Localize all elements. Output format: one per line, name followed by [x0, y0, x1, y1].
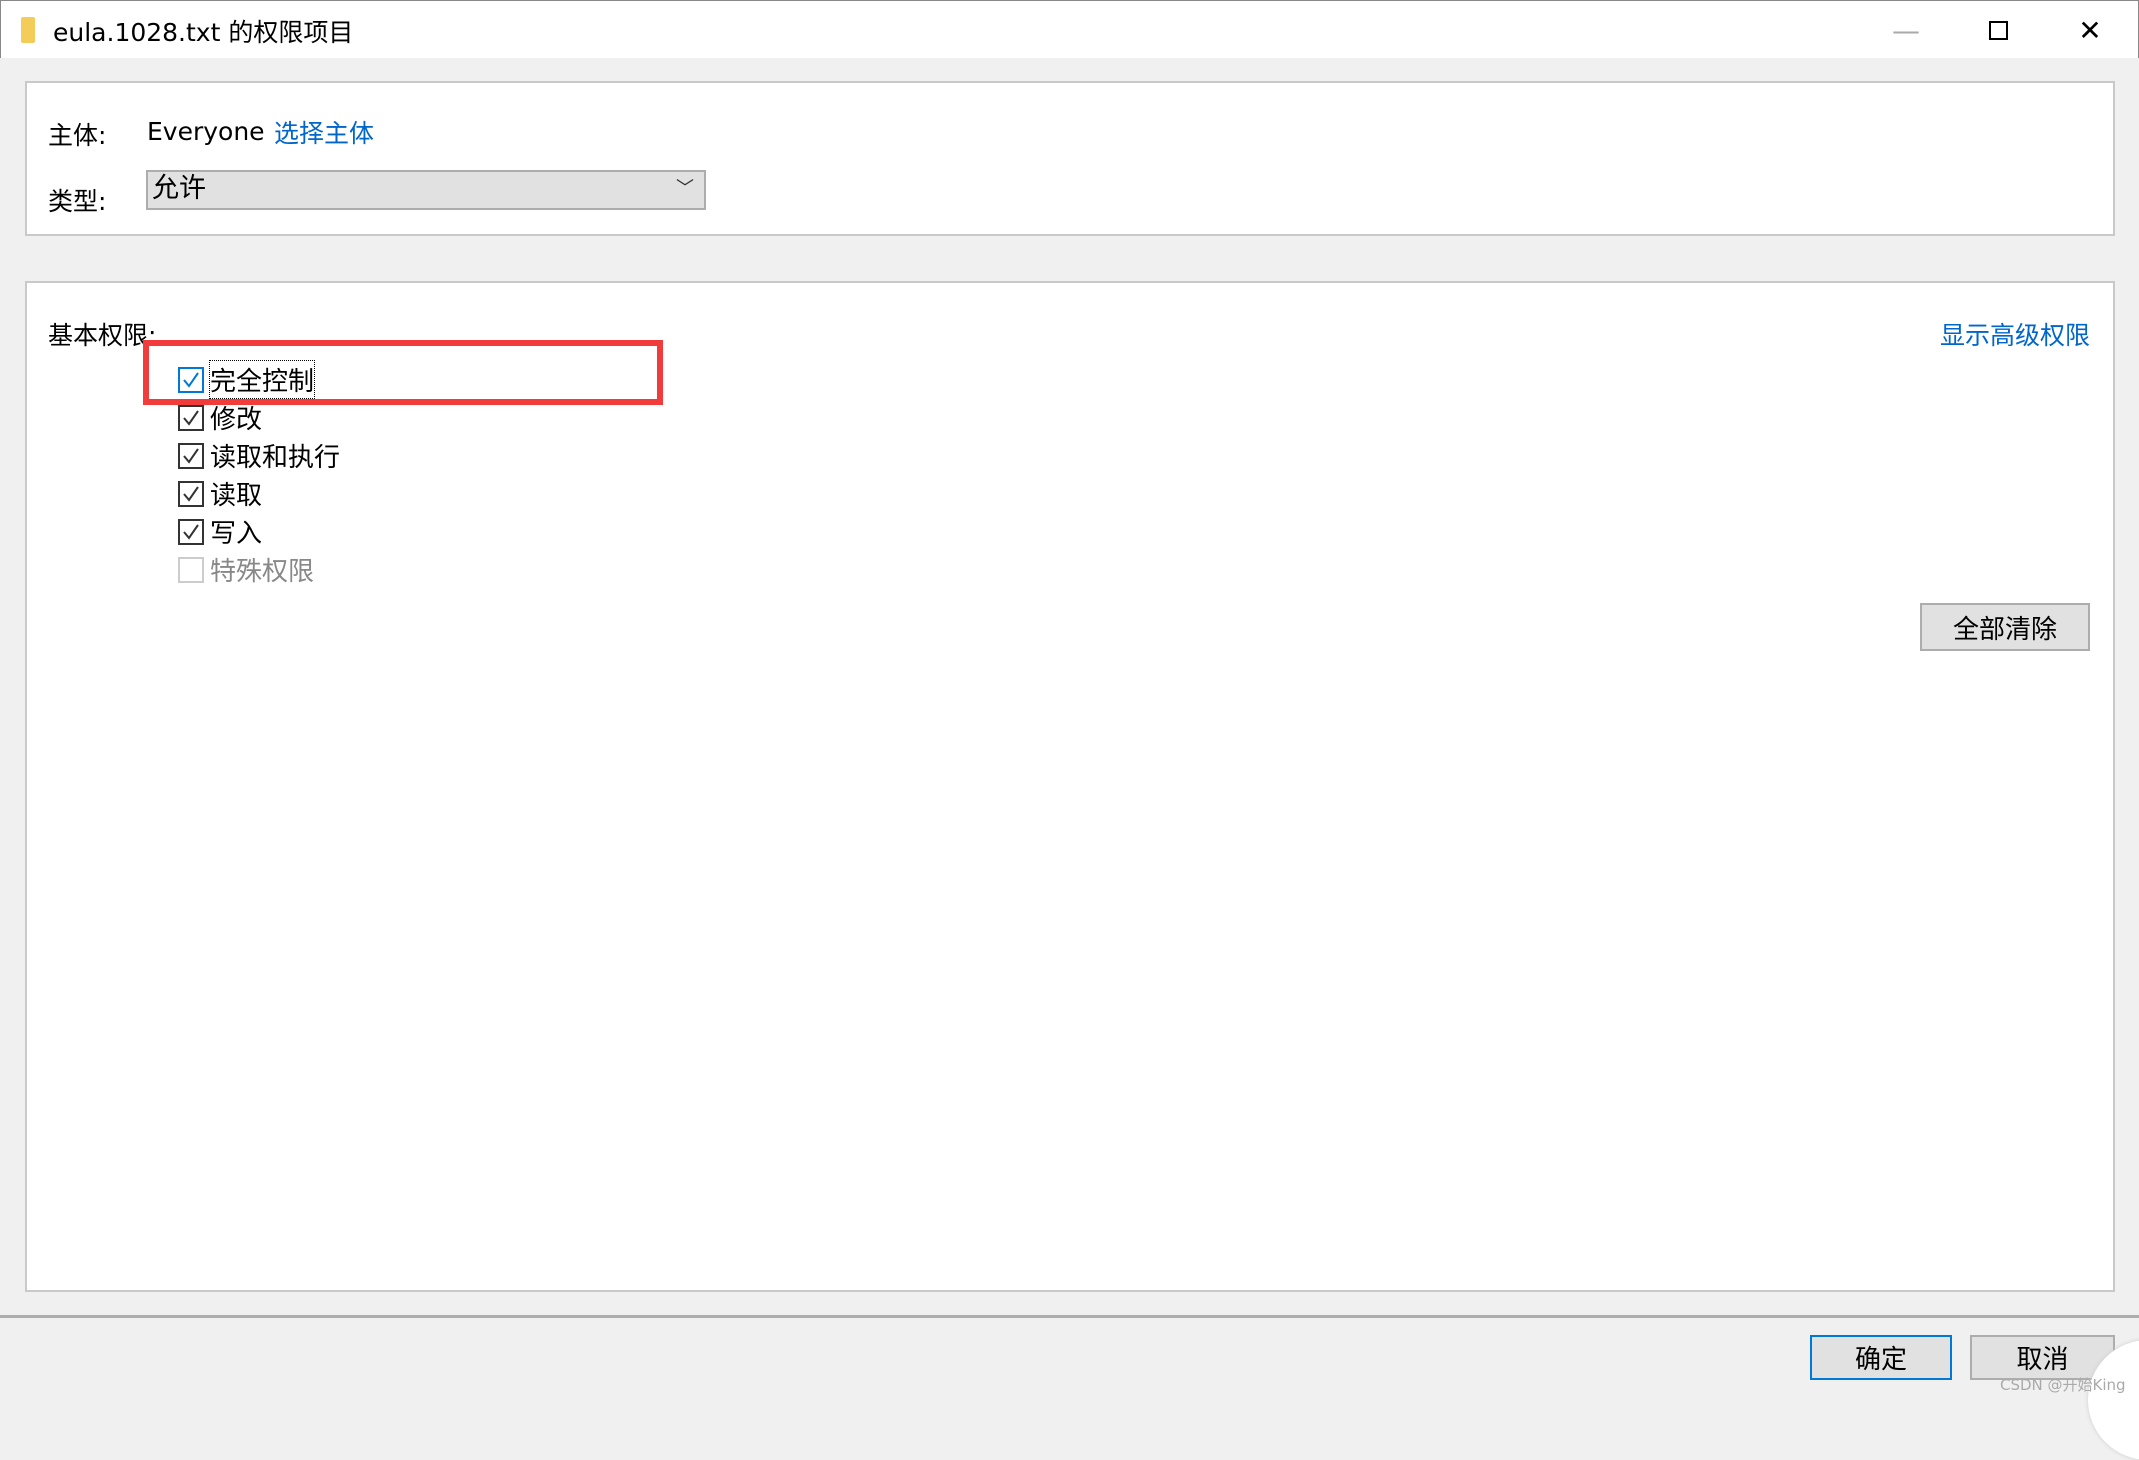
highlight-box	[143, 340, 663, 405]
minimize-icon: —	[1892, 13, 1920, 47]
principal-value: Everyone	[147, 117, 265, 146]
permission-label: 特殊权限	[210, 557, 315, 587]
ok-button[interactable]: 确定	[1810, 1335, 1952, 1380]
check-icon	[183, 486, 199, 502]
maximize-button[interactable]	[1953, 1, 2043, 59]
check-icon	[183, 410, 199, 426]
principal-group	[25, 81, 2115, 236]
maximize-icon	[1988, 20, 2008, 40]
type-label: 类型:	[48, 187, 107, 216]
minimize-button[interactable]: —	[1861, 1, 1951, 59]
footer-divider	[0, 1315, 2139, 1318]
check-icon	[183, 524, 199, 540]
checkbox	[178, 557, 204, 583]
permissions-label: 基本权限:	[48, 321, 157, 350]
permissions-group	[25, 281, 2115, 1292]
title-bar: eula.1028.txt 的权限项目 — ✕	[0, 0, 2139, 58]
principal-label: 主体:	[48, 121, 107, 150]
permission-label: 读取	[210, 481, 263, 511]
chevron-down-icon: ﹀	[676, 178, 694, 199]
permission-label: 写入	[210, 519, 263, 549]
watermark: CSDN @开始King	[2000, 1376, 2126, 1394]
checkbox[interactable]	[178, 443, 204, 469]
folder-icon	[21, 17, 35, 43]
check-icon	[183, 448, 199, 464]
close-button[interactable]: ✕	[2045, 1, 2135, 59]
close-icon: ✕	[2078, 13, 2102, 47]
window-title: eula.1028.txt 的权限项目	[53, 18, 354, 47]
permission-label: 读取和执行	[210, 443, 341, 473]
show-advanced-link[interactable]: 显示高级权限	[1940, 316, 2090, 352]
clear-all-button[interactable]: 全部清除	[1920, 603, 2090, 651]
checkbox[interactable]	[178, 519, 204, 545]
select-principal-link[interactable]: 选择主体	[274, 114, 374, 150]
checkbox[interactable]	[178, 405, 204, 431]
type-dropdown[interactable]: 允许 ﹀	[146, 170, 706, 210]
checkbox[interactable]	[178, 481, 204, 507]
type-value: 允许	[152, 173, 206, 204]
